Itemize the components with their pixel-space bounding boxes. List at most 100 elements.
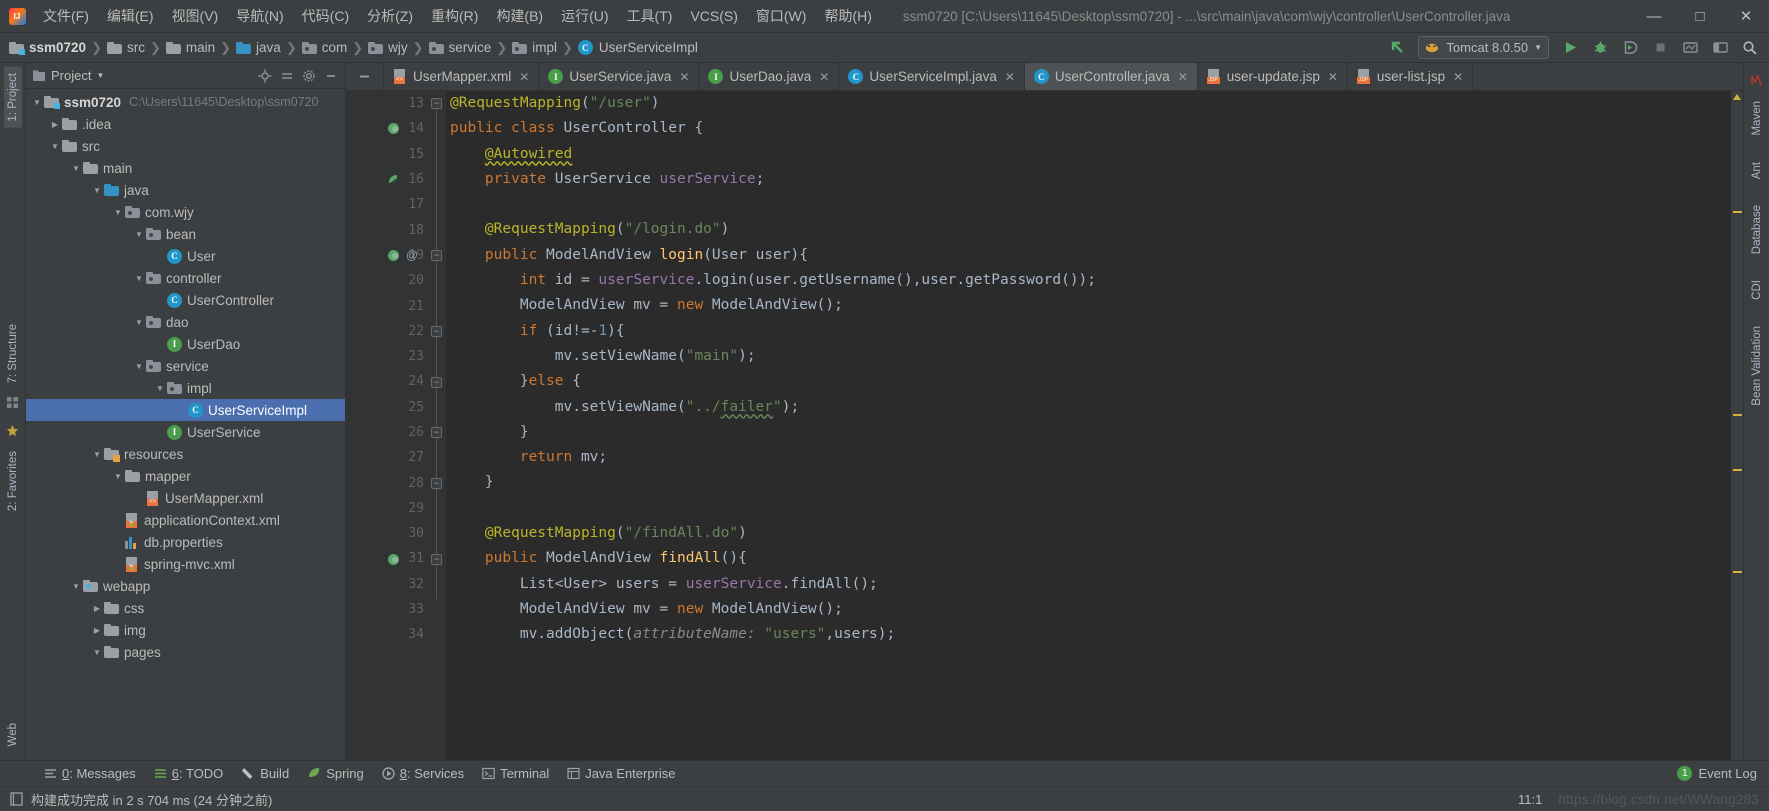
class-marker-icon[interactable] [384, 116, 402, 141]
code-line[interactable] [450, 496, 1731, 521]
rail-button-bean-validation[interactable]: Bean Validation [1748, 320, 1766, 412]
menu-window[interactable]: 窗口(W) [747, 3, 816, 29]
rail-button-maven[interactable]: Maven [1748, 95, 1766, 142]
bean-marker-icon[interactable] [384, 167, 402, 192]
tree-item-usercontroller[interactable]: C UserController [26, 289, 345, 311]
code-line[interactable]: public ModelAndView login(User user){ [450, 243, 1731, 268]
tab-usercontroller-java[interactable]: C UserController.java ✕ [1024, 63, 1198, 90]
error-stripe-marker[interactable] [1731, 91, 1743, 760]
settings-gear-icon[interactable] [301, 68, 316, 83]
tab-usermapper-xml[interactable]: <> UserMapper.xml ✕ [384, 63, 540, 90]
expand-arrow-icon[interactable]: ▼ [48, 142, 62, 151]
close-button[interactable]: ✕ [1723, 0, 1769, 33]
project-tree[interactable]: ▼ ssm0720 C:\Users\11645\Desktop\ssm0720… [26, 89, 345, 760]
menu-file[interactable]: 文件(F) [34, 3, 98, 29]
tool-window-spring[interactable]: Spring [299, 764, 372, 783]
fold-icon[interactable]: − [431, 98, 442, 109]
tree-item-resources[interactable]: ▼ resources [26, 443, 345, 465]
code-line[interactable]: @Autowired [450, 142, 1731, 167]
rail-button-structure[interactable]: 7: Structure [4, 318, 22, 389]
tree-item-user[interactable]: C User [26, 245, 345, 267]
breadcrumb-item-java[interactable]: java [235, 38, 282, 57]
maven-icon[interactable] [1750, 74, 1764, 88]
fold-icon[interactable]: − [431, 250, 442, 261]
code-line[interactable]: mv.setViewName("../failer"); [450, 395, 1731, 420]
code-line[interactable]: ModelAndView mv = new ModelAndView(); [450, 293, 1731, 318]
menu-edit[interactable]: 编辑(E) [98, 3, 163, 29]
breadcrumb-item-wjy[interactable]: wjy [367, 38, 409, 57]
code-line[interactable]: mv.setViewName("main"); [450, 344, 1731, 369]
tree-item-com-wjy[interactable]: ▼ com.wjy [26, 201, 345, 223]
tab-userservice-java[interactable]: I UserService.java ✕ [539, 63, 700, 90]
hide-editor-tabs-button[interactable] [346, 63, 384, 90]
code-line[interactable]: } [450, 470, 1731, 495]
event-log-button[interactable]: 1 Event Log [1677, 766, 1769, 781]
tree-item-userservice[interactable]: I UserService [26, 421, 345, 443]
code-text[interactable]: @RequestMapping("/user") public class Use… [446, 91, 1731, 760]
run-button[interactable] [1557, 36, 1583, 60]
breadcrumb-item-userserviceimpl[interactable]: C UserServiceImpl [577, 38, 699, 57]
close-icon[interactable]: ✕ [819, 70, 829, 84]
menu-vcs[interactable]: VCS(S) [681, 5, 746, 27]
tree-item-impl[interactable]: ▼ impl [26, 377, 345, 399]
code-line[interactable] [450, 192, 1731, 217]
tree-item-db-properties[interactable]: db.properties [26, 531, 345, 553]
breadcrumb-item-com[interactable]: com [301, 38, 349, 57]
code-line[interactable]: int id = userService.login(user.getUsern… [450, 268, 1731, 293]
menu-view[interactable]: 视图(V) [163, 3, 228, 29]
tree-item-ssm0720[interactable]: ▼ ssm0720 C:\Users\11645\Desktop\ssm0720 [26, 91, 345, 113]
rail-button-database[interactable]: Database [1748, 199, 1766, 260]
tree-item-applicationcontext-xml[interactable]: 🍃 applicationContext.xml [26, 509, 345, 531]
rail-button-favorites[interactable]: 2: Favorites [4, 445, 22, 517]
tree-item-service[interactable]: ▼ service [26, 355, 345, 377]
tree-item-usermapper-xml[interactable]: <> UserMapper.xml [26, 487, 345, 509]
tool-window-java-enterprise[interactable]: Java Enterprise [559, 764, 683, 783]
expand-arrow-icon[interactable]: ▼ [132, 274, 146, 283]
tool-window-terminal[interactable]: Terminal [474, 764, 557, 783]
code-folding-gutter[interactable]: − − − − − − − [428, 91, 446, 760]
breadcrumb-item-ssm0720[interactable]: ssm0720 [8, 38, 87, 57]
collapse-all-icon[interactable] [279, 68, 294, 83]
expand-arrow-icon[interactable]: ▼ [69, 164, 83, 173]
tab-userdao-java[interactable]: I UserDao.java ✕ [699, 63, 840, 90]
search-everywhere-icon[interactable] [1737, 36, 1763, 60]
fold-icon[interactable]: − [431, 427, 442, 438]
expand-arrow-icon[interactable]: ▼ [90, 186, 104, 195]
tool-window-todo[interactable]: 6: TODO [146, 764, 232, 783]
code-line[interactable]: @RequestMapping("/findAll.do") [450, 521, 1731, 546]
rail-button-web[interactable]: Web [4, 717, 22, 752]
tree-item-webapp[interactable]: ▼ webapp [26, 575, 345, 597]
expand-arrow-icon[interactable]: ▼ [111, 208, 125, 217]
code-line[interactable]: @RequestMapping("/user") [450, 91, 1731, 116]
fold-icon[interactable]: − [431, 554, 442, 565]
expand-arrow-icon[interactable]: ▶ [48, 120, 62, 129]
expand-arrow-icon[interactable]: ▼ [111, 472, 125, 481]
expand-arrow-icon[interactable]: ▼ [30, 98, 44, 107]
tree-item-src[interactable]: ▼ src [26, 135, 345, 157]
chevron-down-icon[interactable]: ▼ [96, 71, 104, 80]
tab-user-list-jsp[interactable]: JSP user-list.jsp ✕ [1348, 63, 1474, 90]
expand-arrow-icon[interactable]: ▼ [69, 582, 83, 591]
request-mapping-marker-icon-2[interactable] [384, 546, 402, 571]
request-mapping-marker-icon[interactable] [384, 243, 402, 268]
tree-item-css[interactable]: ▶ css [26, 597, 345, 619]
breadcrumb-item-impl[interactable]: impl [511, 38, 558, 57]
tree-item-idea[interactable]: ▶ .idea [26, 113, 345, 135]
tree-item-img[interactable]: ▶ img [26, 619, 345, 641]
fold-icon[interactable]: − [431, 478, 442, 489]
code-line[interactable]: return mv; [450, 445, 1731, 470]
expand-arrow-icon[interactable]: ▼ [153, 384, 167, 393]
code-line[interactable]: ModelAndView mv = new ModelAndView(); [450, 597, 1731, 622]
line-number-gutter[interactable]: 13 14 15 16 17 18 19 20 21 22 23 24 25 26 27 28 29 30 31 32… [358, 91, 428, 760]
hide-panel-icon[interactable] [323, 68, 338, 83]
layout-icon[interactable] [1707, 36, 1733, 60]
tree-item-userserviceimpl[interactable]: C UserServiceImpl [26, 399, 345, 421]
menu-help[interactable]: 帮助(H) [815, 3, 880, 29]
tree-item-bean[interactable]: ▼ bean [26, 223, 345, 245]
menu-navigate[interactable]: 导航(N) [227, 3, 292, 29]
build-variants-icon[interactable] [6, 396, 20, 410]
rail-button-cdi[interactable]: CDI [1748, 274, 1766, 306]
breadcrumb-item-service[interactable]: service [428, 38, 493, 57]
code-line[interactable]: mv.addObject(attributeName: "users",user… [450, 622, 1731, 647]
close-icon[interactable]: ✕ [1453, 70, 1463, 84]
